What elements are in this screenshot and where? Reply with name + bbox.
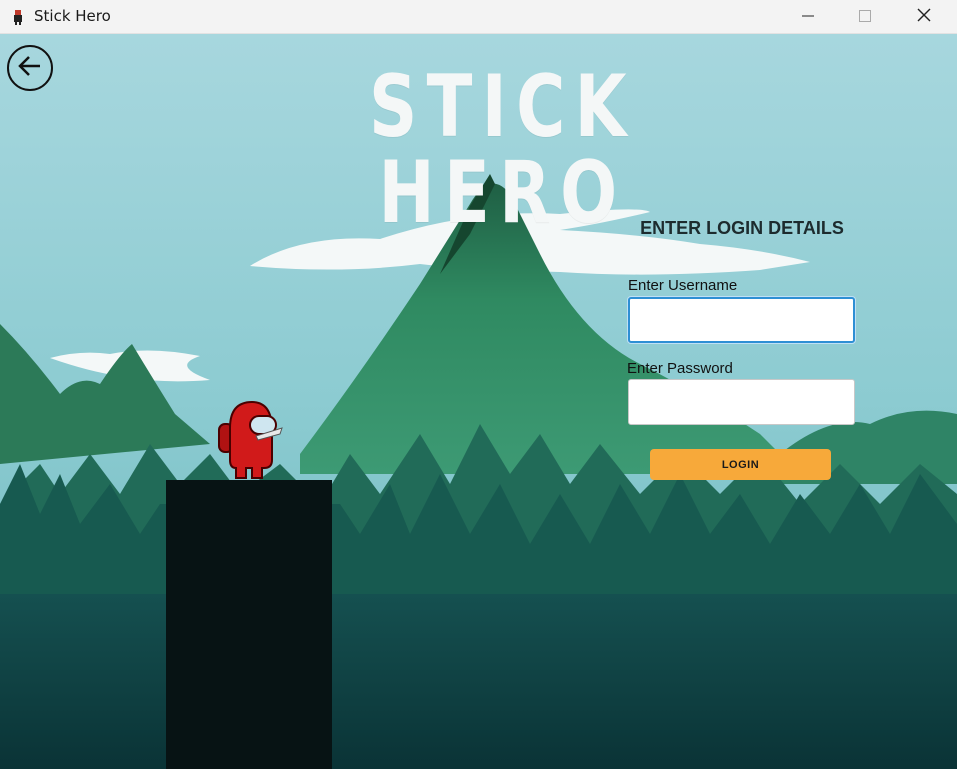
login-button[interactable]: LOGIN	[650, 449, 831, 480]
maximize-icon	[859, 7, 871, 26]
window-title: Stick Hero	[34, 7, 111, 25]
maximize-button[interactable]	[837, 0, 893, 32]
stick-pillar	[166, 480, 332, 769]
window-titlebar: Stick Hero	[0, 0, 957, 34]
minimize-icon	[802, 7, 814, 26]
password-label: Enter Password	[627, 360, 733, 377]
username-input[interactable]	[628, 297, 855, 343]
app-icon	[10, 9, 26, 25]
hero-character	[216, 398, 286, 482]
login-heading: ENTER LOGIN DETAILS	[640, 218, 844, 238]
password-input[interactable]	[628, 379, 855, 425]
arrow-left-icon	[16, 52, 44, 84]
username-label: Enter Username	[628, 277, 738, 294]
game-title: STICK HERO	[368, 57, 637, 243]
minimize-button[interactable]	[780, 0, 836, 32]
close-button[interactable]	[896, 0, 952, 32]
back-button[interactable]	[7, 45, 53, 91]
close-icon	[917, 7, 931, 26]
